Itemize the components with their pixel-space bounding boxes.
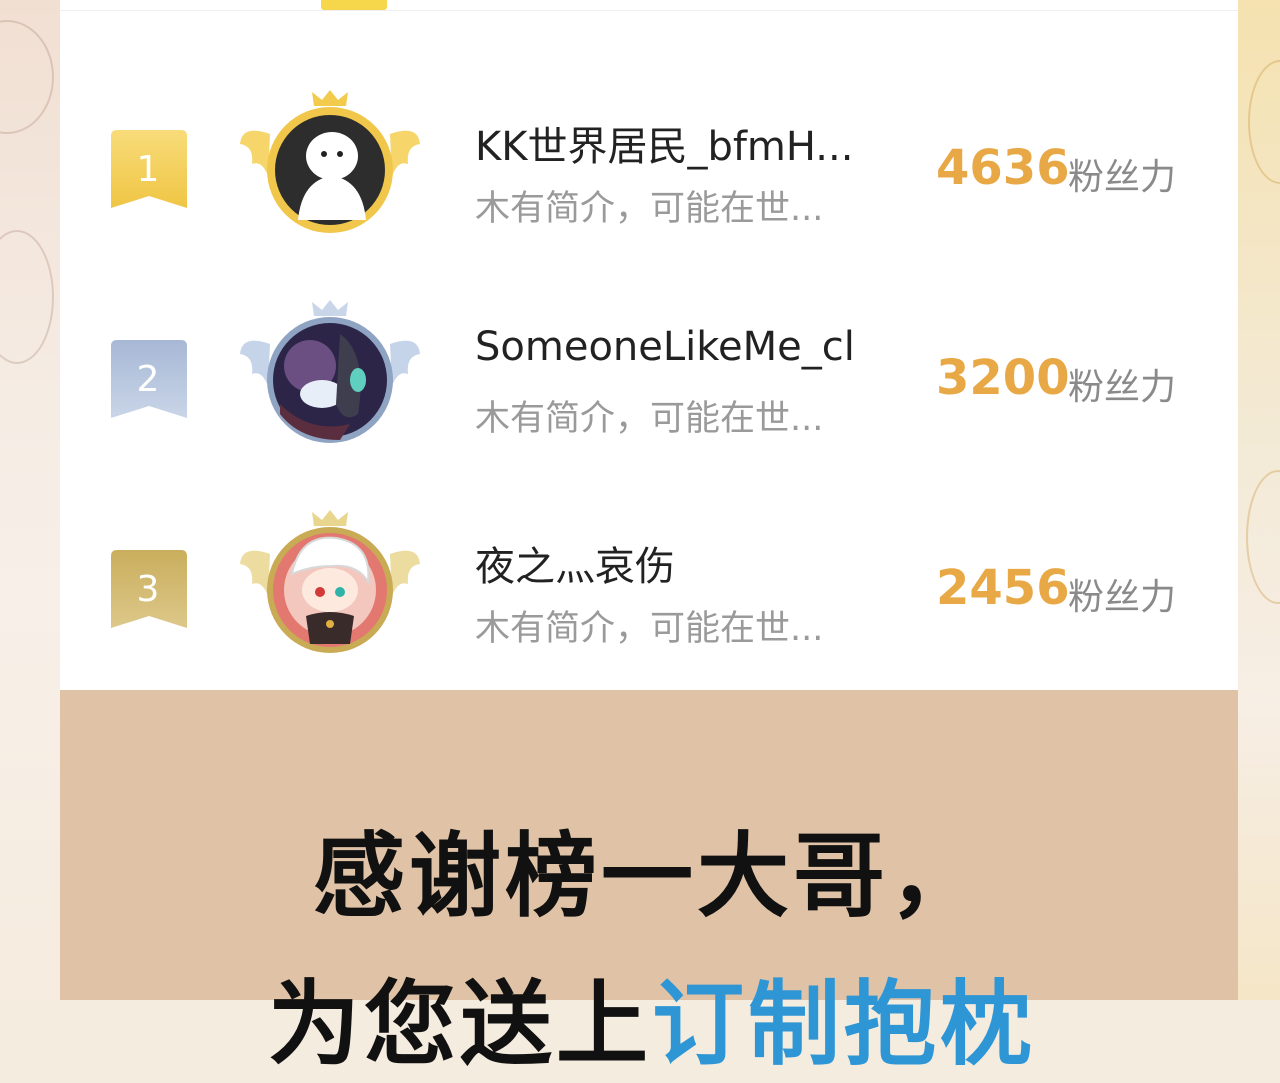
- ranking-row-2[interactable]: 2 SomeoneLikeMe_cl 木有简介，可能在世... 3200 粉丝力: [60, 290, 1238, 460]
- tab-active-indicator: [321, 0, 387, 10]
- rank-number: 1: [137, 149, 160, 190]
- sketch-stroke: [0, 20, 54, 134]
- fan-power-unit: 粉丝力: [1068, 367, 1177, 408]
- fan-power-unit: 粉丝力: [1068, 577, 1177, 618]
- background-art-right: [1238, 0, 1280, 1000]
- sketch-stroke: [1248, 60, 1280, 184]
- rank-ribbon-gold-icon: 1: [111, 130, 187, 208]
- ranking-row-3[interactable]: 3 夜之灬哀伤 木有简介，可能在世... 2456 粉丝力: [60, 500, 1238, 670]
- user-bio: 木有简介，可能在世...: [475, 399, 824, 439]
- avatar-gold-frame[interactable]: [240, 84, 420, 244]
- divider: [60, 10, 1238, 11]
- fan-power-score: 4636: [936, 140, 1070, 196]
- banner-subline-highlight: 订制抱枕: [652, 971, 1037, 1078]
- user-nickname: 夜之灬哀伤: [475, 544, 675, 590]
- rank-number: 2: [137, 359, 160, 400]
- user-nickname: KK世界居民_bfmH...: [475, 124, 854, 170]
- avatar-bronze-frame[interactable]: [240, 504, 420, 664]
- sketch-stroke: [0, 230, 54, 364]
- rank-ribbon-bronze-icon: 3: [111, 550, 187, 628]
- fan-power-unit: 粉丝力: [1068, 157, 1177, 198]
- user-bio: 木有简介，可能在世...: [475, 189, 824, 229]
- banner-subline-prefix: 为您送上: [268, 971, 653, 1078]
- fan-ranking-card: 1 KK世界居民_bfmH... 木有简介，可能在世... 4636 粉丝力 2…: [60, 0, 1238, 690]
- thank-you-banner: 感谢榜一大哥， 为您送上订制抱枕: [60, 690, 1238, 1078]
- banner-subline: 为您送上订制抱枕: [268, 950, 1036, 1083]
- user-nickname: SomeoneLikeMe_cl: [475, 324, 855, 370]
- banner-headline: 感谢榜一大哥，: [312, 823, 985, 930]
- fan-power-score: 2456: [936, 560, 1070, 616]
- avatar-silver-frame[interactable]: [240, 294, 420, 454]
- background-art-left: [0, 0, 60, 1000]
- ranking-row-1[interactable]: 1 KK世界居民_bfmH... 木有简介，可能在世... 4636 粉丝力: [60, 80, 1238, 250]
- rank-number: 3: [137, 569, 160, 610]
- user-bio: 木有简介，可能在世...: [475, 609, 824, 649]
- rank-ribbon-silver-icon: 2: [111, 340, 187, 418]
- sketch-stroke: [1246, 470, 1280, 604]
- fan-power-score: 3200: [936, 350, 1070, 406]
